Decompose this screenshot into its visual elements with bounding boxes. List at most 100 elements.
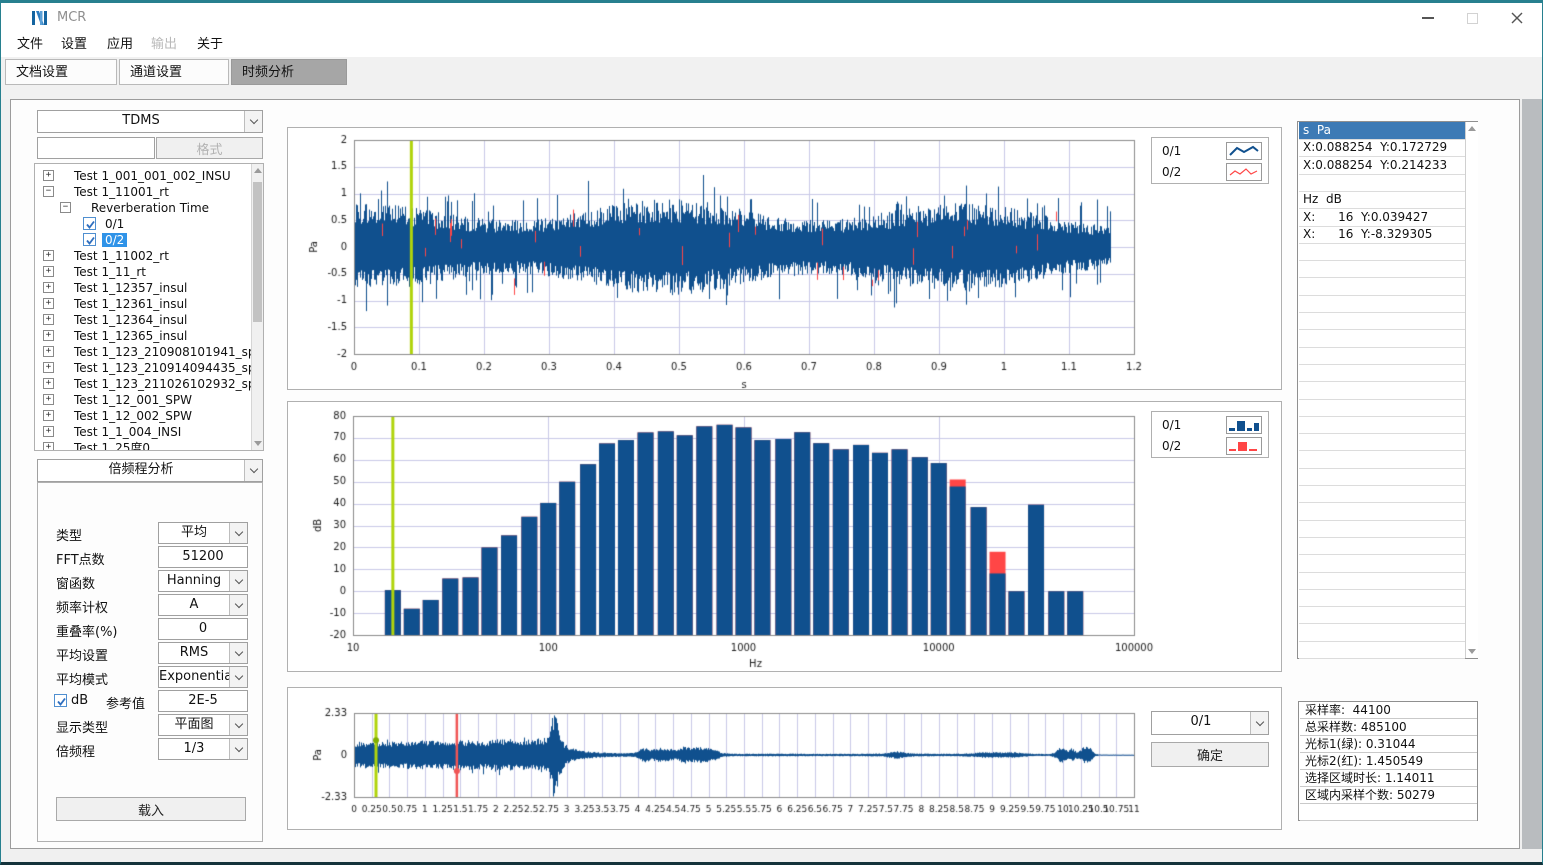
tree-item-label[interactable]: Test 1_123_211026102932_spw — [71, 377, 264, 391]
form-combo-10[interactable]: 1/3 — [158, 738, 248, 760]
maximize-button[interactable] — [1455, 7, 1489, 29]
legend-entry[interactable]: 0/2 — [1152, 436, 1268, 456]
expand-icon[interactable]: + — [43, 394, 54, 405]
readout-row[interactable] — [1299, 364, 1465, 382]
readout-row[interactable] — [1299, 347, 1465, 365]
readout-row[interactable] — [1299, 537, 1465, 555]
expand-icon[interactable]: + — [43, 170, 54, 181]
readout-row[interactable]: X:0.088254 Y:0.172729 — [1299, 139, 1465, 157]
expand-icon[interactable]: + — [43, 266, 54, 277]
expand-icon[interactable]: + — [43, 378, 54, 389]
menu-about[interactable]: 关于 — [193, 35, 227, 55]
readout-row[interactable] — [1299, 416, 1465, 434]
tree-item-label[interactable]: Test 1_11_rt — [71, 265, 149, 279]
menu-output[interactable]: 输出 — [147, 35, 181, 55]
form-combo-3[interactable]: Hanning — [158, 570, 248, 592]
readout-row[interactable] — [1299, 624, 1465, 642]
readout-row[interactable] — [1299, 555, 1465, 573]
readout-row[interactable] — [1299, 451, 1465, 469]
tree-scrollbar-thumb[interactable] — [253, 182, 262, 322]
readout-row[interactable] — [1299, 485, 1465, 503]
window-vertical-scrollbar[interactable] — [1522, 99, 1543, 849]
readout-row[interactable] — [1299, 433, 1465, 451]
time-waveform-chart[interactable] — [288, 128, 1281, 389]
tree-item-label[interactable]: 0/1 — [102, 217, 127, 231]
legend-entry[interactable]: 0/1 — [1152, 141, 1268, 161]
expand-icon[interactable]: + — [43, 282, 54, 293]
tree-item-label[interactable]: Test 1_11002_rt — [71, 249, 172, 263]
channel-combo[interactable]: 0/1 — [1151, 711, 1269, 735]
expand-icon[interactable]: + — [43, 346, 54, 357]
expand-icon[interactable]: + — [43, 314, 54, 325]
db-checkbox[interactable] — [54, 694, 67, 707]
readout-scrollbar[interactable] — [1465, 122, 1478, 658]
tree-item-label[interactable]: Test 1_123_210914094435_spw — [71, 361, 264, 375]
legend-entry[interactable]: 0/1 — [1152, 415, 1268, 435]
tree-item-label[interactable]: Test 1_11001_rt — [71, 185, 172, 199]
readout-row[interactable] — [1299, 399, 1465, 417]
close-button[interactable] — [1500, 7, 1534, 29]
minimize-button[interactable] — [1411, 7, 1445, 29]
format-button[interactable]: 格式 — [156, 137, 263, 159]
form-input-8[interactable]: 2E-5 — [158, 690, 248, 712]
file-format-combo[interactable]: TDMS — [37, 110, 263, 133]
form-combo-7[interactable]: Exponential — [158, 666, 248, 688]
readout-row[interactable]: Hz dB — [1299, 191, 1465, 209]
tree-scrollbar[interactable] — [251, 164, 263, 450]
readout-row[interactable] — [1299, 278, 1465, 296]
tree-item-label[interactable]: Test 1_123_210908101941_spw — [71, 345, 264, 359]
menu-settings[interactable]: 设置 — [57, 35, 91, 55]
tab-time-frequency-analysis[interactable]: 时频分析 — [231, 59, 347, 85]
tree-item-label[interactable]: Test 1_12361_insul — [71, 297, 190, 311]
tree-item-label[interactable]: Test 1_12357_insul — [71, 281, 190, 295]
tree-item-label[interactable]: Reverberation Time — [88, 201, 212, 215]
tree-item-label[interactable]: Test 1_12_002_SPW — [71, 409, 195, 423]
menu-file[interactable]: 文件 — [13, 35, 47, 55]
tree-item-label[interactable]: Test 1_001_001_002_INSU — [71, 169, 234, 183]
readout-row[interactable]: X:0.088254 Y:0.214233 — [1299, 157, 1465, 175]
readout-row[interactable] — [1299, 174, 1465, 192]
tree-item-label[interactable]: Test 1_1_004_INSI — [71, 425, 184, 439]
form-combo-1[interactable]: 平均 — [158, 522, 248, 544]
octave-spectrum-chart[interactable] — [288, 402, 1281, 671]
filter-input[interactable] — [37, 137, 155, 159]
readout-row[interactable] — [1299, 572, 1465, 590]
readout-row[interactable] — [1299, 260, 1465, 278]
tree-item-label[interactable]: 0/2 — [102, 233, 127, 247]
readout-row[interactable] — [1299, 606, 1465, 624]
collapse-icon[interactable]: − — [60, 202, 71, 213]
readout-row[interactable] — [1299, 382, 1465, 400]
expand-icon[interactable]: + — [43, 410, 54, 421]
readout-row[interactable] — [1299, 330, 1465, 348]
overview-waveform-chart[interactable] — [288, 688, 1281, 829]
confirm-button[interactable]: 确定 — [1151, 742, 1269, 767]
readout-row[interactable] — [1299, 312, 1465, 330]
analysis-type-combo[interactable]: 倍频程分析 — [37, 459, 263, 482]
legend-entry[interactable]: 0/2 — [1152, 162, 1268, 182]
form-combo-9[interactable]: 平面图 — [158, 714, 248, 736]
form-combo-6[interactable]: RMS — [158, 642, 248, 664]
expand-icon[interactable]: + — [43, 298, 54, 309]
tab-document-settings[interactable]: 文档设置 — [5, 59, 117, 85]
readout-row[interactable]: s Pa — [1299, 122, 1465, 140]
expand-icon[interactable]: + — [43, 442, 54, 451]
channel-checkbox[interactable] — [83, 217, 96, 230]
tree-item-label[interactable]: Test 1_12364_insul — [71, 313, 190, 327]
readout-row[interactable] — [1299, 295, 1465, 313]
readout-row[interactable] — [1299, 243, 1465, 261]
expand-icon[interactable]: + — [43, 330, 54, 341]
readout-row[interactable] — [1299, 520, 1465, 538]
form-input-2[interactable]: 51200 — [158, 546, 248, 568]
readout-row[interactable]: X: 16 Y:0.039427 — [1299, 209, 1465, 227]
expand-icon[interactable]: + — [43, 250, 54, 261]
tree-item-label[interactable]: Test 1_12365_insul — [71, 329, 190, 343]
collapse-icon[interactable]: − — [43, 186, 54, 197]
form-combo-4[interactable]: A — [158, 594, 248, 616]
readout-row[interactable] — [1299, 503, 1465, 521]
readout-row[interactable] — [1299, 468, 1465, 486]
readout-row[interactable] — [1299, 641, 1465, 659]
tree-item-label[interactable]: Test 1_25度0 — [71, 441, 153, 451]
tree-item-label[interactable]: Test 1_12_001_SPW — [71, 393, 195, 407]
menu-apply[interactable]: 应用 — [103, 35, 137, 55]
expand-icon[interactable]: + — [43, 426, 54, 437]
